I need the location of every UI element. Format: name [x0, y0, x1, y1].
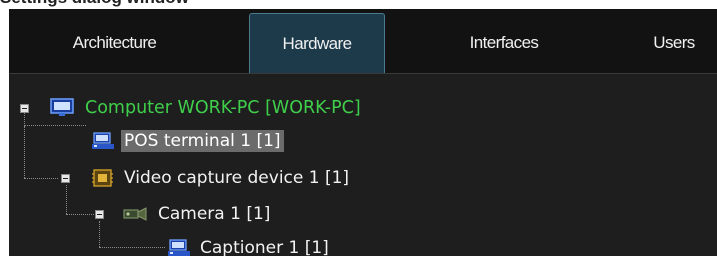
tree-line: [24, 126, 25, 178]
tree-line: [24, 112, 25, 124]
tree-node-label: POS terminal 1 [1]: [121, 130, 284, 152]
tree-line: [24, 125, 86, 126]
tree-node-label: Camera 1 [1]: [158, 204, 271, 224]
tree-node-captioner[interactable]: Captioner 1 [1]: [166, 234, 332, 256]
collapse-computer-toggle[interactable]: [20, 104, 29, 113]
tree-line: [66, 185, 67, 214]
collapse-camera-toggle[interactable]: [95, 210, 104, 219]
settings-window: Architecture Hardware Interfaces Users C…: [9, 9, 717, 256]
pos-terminal-icon: [92, 132, 114, 149]
page-header: Settings dialog window: [0, 0, 717, 9]
tab-hardware[interactable]: Hardware: [249, 13, 385, 73]
tab-users[interactable]: Users: [639, 13, 709, 73]
tree-line: [24, 178, 58, 179]
monitor-icon: [50, 98, 74, 116]
tree-node-camera[interactable]: Camera 1 [1]: [122, 200, 273, 228]
tab-interfaces[interactable]: Interfaces: [439, 13, 569, 73]
tree-node-label: Captioner 1 [1]: [200, 238, 329, 256]
tree-node-video-capture[interactable]: Video capture device 1 [1]: [90, 164, 352, 192]
chip-icon: [92, 169, 113, 187]
tree-node-label: Computer WORK-PC [WORK-PC]: [85, 98, 361, 118]
camera-icon: [123, 207, 147, 221]
tree-line: [99, 247, 165, 248]
collapse-video-capture-toggle[interactable]: [61, 174, 70, 183]
page-header-text: Settings dialog window: [0, 0, 189, 8]
captioner-icon: [168, 239, 190, 256]
tab-bar: Architecture Hardware Interfaces Users: [9, 9, 717, 74]
tree-node-label: Video capture device 1 [1]: [124, 168, 350, 188]
tab-architecture[interactable]: Architecture: [47, 13, 182, 73]
tree-node-computer[interactable]: Computer WORK-PC [WORK-PC]: [49, 94, 364, 122]
tree-line: [99, 221, 100, 247]
tree-node-pos-terminal[interactable]: POS terminal 1 [1]: [90, 127, 284, 155]
hardware-tree: Computer WORK-PC [WORK-PC] POS terminal …: [9, 74, 717, 256]
